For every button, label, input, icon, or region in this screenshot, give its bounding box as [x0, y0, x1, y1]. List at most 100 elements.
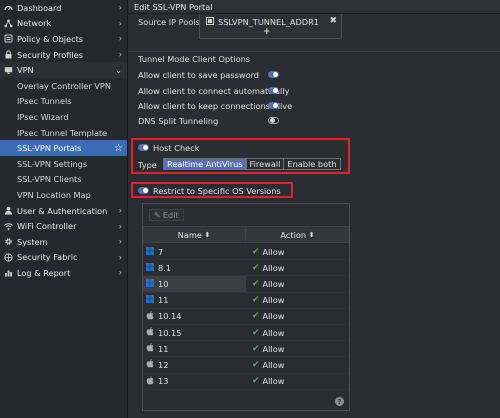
- host-check-type-selector: Realtime AntiVirus Firewall Enable both: [163, 158, 341, 170]
- sidebar-item-ssl-vpn-portals[interactable]: SSL-VPN Portals ☆: [0, 140, 127, 156]
- os-name-cell: 12: [143, 357, 246, 372]
- column-name-label: Name: [177, 229, 202, 240]
- checkmark-icon: ✔: [252, 262, 260, 273]
- action-value: Allow: [262, 246, 285, 257]
- action-cell: ✔ Allow: [246, 247, 349, 257]
- os-name-cell: 10.15: [143, 325, 246, 340]
- keep-alive-toggle[interactable]: [268, 102, 279, 109]
- os-version: 13: [158, 376, 169, 387]
- dashboard-icon: [4, 3, 13, 12]
- column-header-action[interactable]: Action ⬍: [246, 227, 349, 242]
- restrict-os-toggle[interactable]: [138, 187, 149, 194]
- os-name-cell: 7: [143, 244, 246, 259]
- windows-icon: [146, 278, 154, 289]
- action-value: Allow: [262, 278, 285, 289]
- option-save-password-label: Allow client to save password: [138, 70, 260, 80]
- save-password-toggle[interactable]: [268, 71, 279, 78]
- sidebar-item-vpn[interactable]: VPN ⌄: [0, 62, 127, 78]
- sidebar-item-system[interactable]: System ›: [0, 234, 127, 250]
- sort-icon: ⬍: [204, 230, 211, 239]
- column-header-name[interactable]: Name ⬍: [143, 227, 246, 242]
- checkmark-icon: ✔: [252, 359, 260, 370]
- type-label: Type: [138, 160, 157, 170]
- action-cell: ✔ Allow: [246, 328, 349, 338]
- sidebar-item-ssl-vpn-clients[interactable]: SSL-VPN Clients: [0, 172, 127, 188]
- table-row[interactable]: 7 ✔ Allow: [143, 244, 349, 261]
- table-row[interactable]: 10.15 ✔ Allow: [143, 325, 349, 342]
- chevron-right-icon: ›: [118, 50, 122, 60]
- table-body: 7 ✔ Allow 8.1 ✔ Allow 10 ✔ Allow 11 ✔ Allow 10.14 ✔ Al…: [143, 244, 349, 390]
- action-cell: ✔ Allow: [246, 295, 349, 305]
- page-title: Edit SSL-VPN Portal: [128, 0, 500, 14]
- table-row[interactable]: 13 ✔ Allow: [143, 374, 349, 390]
- edit-button[interactable]: ✎ Edit: [149, 209, 184, 221]
- network-icon: [4, 19, 13, 28]
- action-cell: ✔ Allow: [246, 279, 349, 289]
- source-ip-pool-entry[interactable]: SSLVPN_TUNNEL_ADDR1: [206, 17, 319, 27]
- apple-icon: [146, 359, 154, 370]
- sidebar-item-security-fabric[interactable]: Security Fabric ›: [0, 250, 127, 266]
- action-value: Allow: [262, 376, 285, 387]
- sidebar-item-label: IPsec Wizard: [17, 111, 69, 122]
- sidebar-item-ssl-vpn-settings[interactable]: SSL-VPN Settings: [0, 156, 127, 172]
- apple-icon: [146, 311, 154, 322]
- sidebar-item-dashboard[interactable]: Dashboard ›: [0, 0, 127, 16]
- sidebar-item-label: System: [17, 236, 48, 247]
- table-row[interactable]: 8.1 ✔ Allow: [143, 260, 349, 277]
- sidebar-item-security-profiles[interactable]: Security Profiles ›: [0, 47, 127, 63]
- os-version: 10: [158, 278, 169, 289]
- sidebar-item-overlay-controller-vpn[interactable]: Overlay Controller VPN: [0, 78, 127, 94]
- sidebar-item-label: SSL-VPN Portals: [17, 143, 82, 154]
- table-row[interactable]: 10 ✔ Allow: [143, 276, 349, 293]
- table-header: Name ⬍ Action ⬍: [143, 226, 349, 243]
- dns-split-toggle[interactable]: [268, 117, 279, 124]
- remove-icon[interactable]: ✖: [329, 16, 337, 26]
- sidebar-item-ipsec-tunnels[interactable]: IPsec Tunnels: [0, 94, 127, 110]
- sidebar-item-ipsec-tunnel-template[interactable]: IPsec Tunnel Template: [0, 125, 127, 141]
- table-row[interactable]: 10.14 ✔ Allow: [143, 309, 349, 325]
- type-option-realtime-antivirus[interactable]: Realtime AntiVirus: [164, 159, 247, 169]
- sidebar-item-wifi-controller[interactable]: WiFi Controller ›: [0, 218, 127, 234]
- sidebar-item-label: IPsec Tunnels: [17, 96, 72, 107]
- sidebar-item-log-report[interactable]: Log & Report ›: [0, 265, 127, 281]
- chevron-right-icon: ›: [118, 237, 122, 247]
- sidebar-item-label: VPN Location Map: [17, 189, 91, 200]
- type-option-firewall[interactable]: Firewall: [247, 159, 285, 169]
- sidebar-item-network[interactable]: Network ›: [0, 16, 127, 32]
- fabric-icon: [4, 253, 13, 262]
- sidebar-item-label: Network: [17, 18, 52, 29]
- sidebar-item-label: IPsec Tunnel Template: [17, 127, 108, 138]
- star-icon[interactable]: ☆: [114, 143, 123, 154]
- sidebar-item-ipsec-wizard[interactable]: IPsec Wizard: [0, 109, 127, 125]
- policy-icon: [4, 34, 13, 43]
- action-value: Allow: [262, 311, 285, 322]
- sidebar-item-label: VPN: [17, 65, 34, 76]
- connect-automatically-toggle[interactable]: [268, 87, 279, 94]
- add-icon[interactable]: +: [263, 27, 271, 37]
- action-cell: ✔ Allow: [246, 311, 349, 321]
- sidebar-item-label: SSL-VPN Clients: [17, 174, 82, 185]
- host-check-toggle[interactable]: [138, 144, 149, 151]
- help-icon[interactable]: ?: [335, 397, 344, 406]
- sidebar-item-label: Security Profiles: [17, 49, 83, 60]
- chart-icon: [4, 268, 13, 277]
- os-name-cell: 10: [143, 276, 246, 292]
- option-dns-split-label: DNS Split Tunneling: [138, 116, 219, 126]
- chevron-right-icon: ›: [118, 252, 122, 262]
- address-icon: [206, 17, 214, 27]
- column-action-label: Action: [280, 229, 307, 240]
- table-row[interactable]: 11 ✔ Allow: [143, 341, 349, 358]
- type-option-enable-both[interactable]: Enable both: [284, 159, 339, 169]
- os-version: 8.1: [158, 262, 172, 273]
- sidebar-item-vpn-location-map[interactable]: VPN Location Map: [0, 187, 127, 203]
- sidebar-item-user-authentication[interactable]: User & Authentication ›: [0, 203, 127, 219]
- os-name-cell: 10.14: [143, 309, 246, 324]
- sidebar-item-policy-objects[interactable]: Policy & Objects ›: [0, 31, 127, 47]
- table-row[interactable]: 11 ✔ Allow: [143, 293, 349, 309]
- source-ip-pools-field[interactable]: SSLVPN_TUNNEL_ADDR1 ✖ +: [199, 14, 342, 39]
- sidebar-item-label: Log & Report: [17, 267, 71, 278]
- host-check-label: Host Check: [153, 143, 200, 153]
- chevron-right-icon: ›: [118, 221, 122, 231]
- windows-icon: [146, 262, 154, 273]
- table-row[interactable]: 12 ✔ Allow: [143, 357, 349, 374]
